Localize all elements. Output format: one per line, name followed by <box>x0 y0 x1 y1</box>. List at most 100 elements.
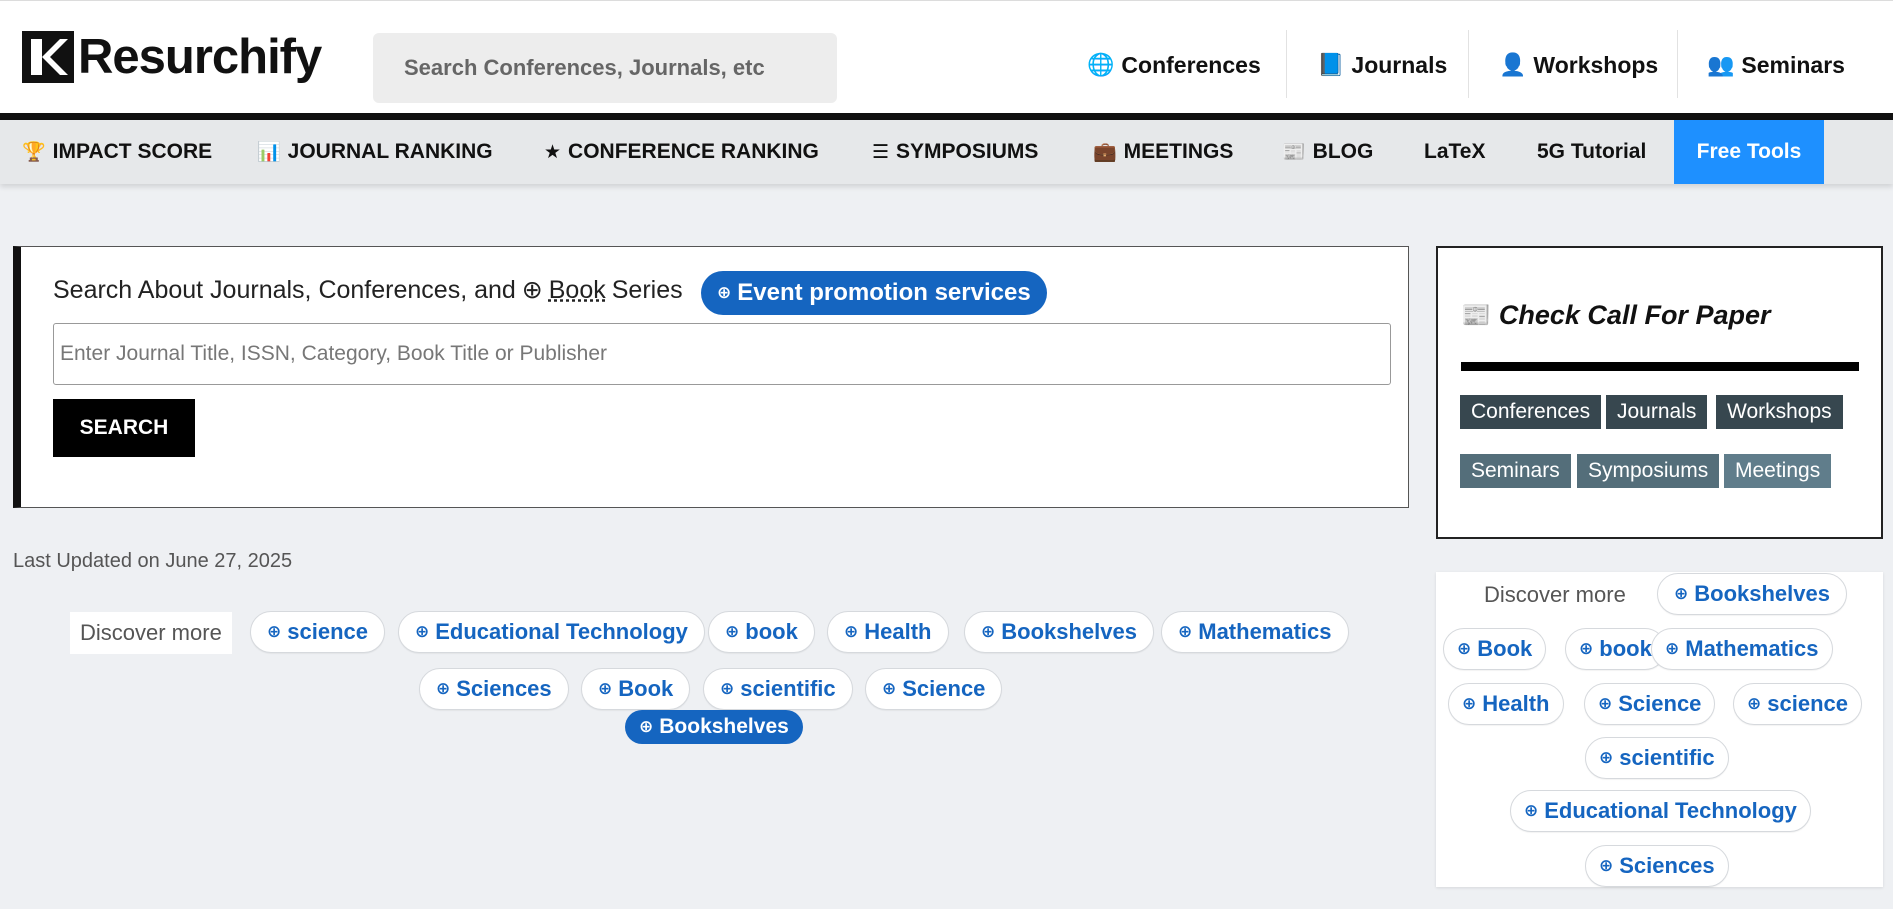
side-discover-chip[interactable]: ⊕ science <box>1733 683 1862 725</box>
nav-journals-label: Journals <box>1351 51 1448 78</box>
side-discover-chip-label: Science <box>1618 691 1702 716</box>
discover-chip[interactable]: ⊕ Sciences <box>419 668 569 710</box>
nav-conferences[interactable]: 🌐 Conferences <box>1087 30 1261 100</box>
side-discover-chip-label: Book <box>1477 636 1533 661</box>
subnav-blog-label: BLOG <box>1312 140 1374 163</box>
discover-more-label: Discover more <box>70 612 232 654</box>
plus-circle-icon: ⊕ <box>1674 584 1689 603</box>
side-discover-chip[interactable]: ⊕ Educational Technology <box>1510 790 1811 832</box>
cfp-tag-workshops[interactable]: Workshops <box>1716 395 1843 429</box>
subnav-conference-ranking-label: CONFERENCE RANKING <box>568 140 819 163</box>
discover-chip-label: book <box>745 619 798 644</box>
logo-mark-icon <box>22 31 74 83</box>
side-discover-chip[interactable]: ⊕ Mathematics <box>1651 628 1833 670</box>
plus-circle-icon: ⊕ <box>981 622 996 641</box>
cfp-tag-symposiums[interactable]: Symposiums <box>1577 454 1720 488</box>
book-icon: 📘 <box>1317 52 1345 77</box>
discover-chip[interactable]: ⊕ Bookshelves <box>964 611 1154 653</box>
search-title-prefix: Search About Journals, Conferences, and <box>53 275 516 304</box>
last-updated-text: Last Updated on June 27, 2025 <box>13 550 293 572</box>
cfp-tag-conferences[interactable]: Conferences <box>1460 395 1602 429</box>
discover-chip[interactable]: ⊕ Book <box>581 668 691 710</box>
event-promotion-button[interactable]: ⊕ Event promotion services <box>701 271 1047 315</box>
side-discover-chip[interactable]: ⊕ Bookshelves <box>1657 573 1847 615</box>
side-discover-chip[interactable]: ⊕ scientific <box>1585 737 1729 779</box>
plus-circle-icon: ⊕ <box>639 717 654 736</box>
side-discover-chip-label: Health <box>1482 691 1550 716</box>
discover-chip-label: Health <box>864 619 932 644</box>
newspaper-icon: 📰 <box>1461 302 1491 329</box>
subnav-5g-tutorial[interactable]: 5G Tutorial <box>1537 120 1646 184</box>
plus-circle-icon: ⊕ <box>598 679 613 698</box>
discover-chip-label: Mathematics <box>1198 619 1332 644</box>
discover-chip-label: Science <box>902 676 986 701</box>
plus-circle-icon: ⊕ <box>717 283 732 302</box>
secondary-nav: 🏆 IMPACT SCORE 📊 JOURNAL RANKING ★ CONFE… <box>0 120 1893 184</box>
cfp-tag-seminars[interactable]: Seminars <box>1460 454 1571 488</box>
side-discover-chip-label: Mathematics <box>1685 636 1819 661</box>
discover-chip[interactable]: ⊕ Educational Technology <box>398 611 705 653</box>
subnav-blog[interactable]: 📰 BLOG <box>1282 120 1373 184</box>
cfp-tag-journals[interactable]: Journals <box>1606 395 1708 429</box>
nav-conferences-label: Conferences <box>1121 51 1261 78</box>
nav-seminars[interactable]: 👥 Seminars <box>1707 30 1845 100</box>
plus-circle-icon: ⊕ <box>521 276 543 304</box>
user-icon: 👤 <box>1499 52 1527 77</box>
side-discover-chip-label: book <box>1599 636 1652 661</box>
nav-divider <box>1677 30 1678 98</box>
list-icon: ☰ <box>872 141 890 163</box>
cfp-title: 📰 Check Call For Paper <box>1461 300 1771 331</box>
subnav-meetings[interactable]: 💼 MEETINGS <box>1093 120 1233 184</box>
side-discover-chip-label: Bookshelves <box>1694 581 1830 606</box>
discover-chip-label: Educational Technology <box>435 619 688 644</box>
plus-circle-icon: ⊕ <box>1599 856 1614 875</box>
subnav-journal-ranking[interactable]: 📊 JOURNAL RANKING <box>257 120 493 184</box>
side-discover-chip-label: science <box>1767 691 1848 716</box>
discover-chip[interactable]: ⊕ Health <box>827 611 949 653</box>
subnav-free-tools-label: Free Tools <box>1696 140 1802 163</box>
briefcase-icon: 💼 <box>1093 142 1117 163</box>
plus-circle-icon: ⊕ <box>844 622 859 641</box>
plus-circle-icon: ⊕ <box>882 679 897 698</box>
side-discover-chip[interactable]: ⊕ Book <box>1443 628 1547 670</box>
call-for-paper-card: 📰 Check Call For Paper Conferences Journ… <box>1436 246 1883 539</box>
nav-workshops-label: Workshops <box>1533 51 1659 78</box>
subnav-impact-score[interactable]: 🏆 IMPACT SCORE <box>22 120 212 184</box>
discover-chip-active[interactable]: ⊕ Bookshelves <box>625 710 803 744</box>
bar-chart-icon: 📊 <box>257 142 281 163</box>
cfp-tag-meetings[interactable]: Meetings <box>1724 454 1832 488</box>
trophy-icon: 🏆 <box>22 142 46 163</box>
logo[interactable]: Resurchify <box>22 30 322 84</box>
discover-chip-active-label: Bookshelves <box>659 715 789 738</box>
search-title-book[interactable]: Book <box>549 276 606 305</box>
plus-circle-icon: ⊕ <box>720 679 735 698</box>
journal-search-input[interactable] <box>53 323 1391 385</box>
subnav-latex[interactable]: LaTeX <box>1424 120 1485 184</box>
discover-chip[interactable]: ⊕ Science <box>865 668 1003 710</box>
discover-chip[interactable]: ⊕ science <box>250 611 385 653</box>
nav-workshops[interactable]: 👤 Workshops <box>1499 30 1658 100</box>
subnav-free-tools[interactable]: Free Tools <box>1674 120 1824 184</box>
nav-journals[interactable]: 📘 Journals <box>1317 30 1447 100</box>
plus-circle-icon: ⊕ <box>725 622 740 641</box>
side-discover-chip[interactable]: ⊕ Science <box>1584 683 1716 725</box>
plus-circle-icon: ⊕ <box>415 622 430 641</box>
plus-circle-icon: ⊕ <box>1579 639 1594 658</box>
search-button[interactable]: SEARCH <box>53 399 195 457</box>
side-discover-chip[interactable]: ⊕ Sciences <box>1585 845 1729 887</box>
search-title-suffix: Series <box>611 275 683 304</box>
discover-chip[interactable]: ⊕ book <box>708 611 815 653</box>
logo-text: Resurchify <box>78 30 322 84</box>
plus-circle-icon: ⊕ <box>1665 639 1680 658</box>
event-promotion-label: Event promotion services <box>737 279 1031 306</box>
subnav-conference-ranking[interactable]: ★ CONFERENCE RANKING <box>544 120 819 184</box>
side-discover-chip-label: Educational Technology <box>1544 798 1797 823</box>
subnav-symposiums[interactable]: ☰ SYMPOSIUMS <box>872 120 1038 184</box>
side-discover-chip[interactable]: ⊕ Health <box>1448 683 1564 725</box>
discover-chip-label: Sciences <box>456 676 552 701</box>
header-search-input[interactable]: Search Conferences, Journals, etc <box>373 33 837 103</box>
discover-chip[interactable]: ⊕ scientific <box>703 668 853 710</box>
cfp-divider <box>1461 362 1859 371</box>
discover-chip[interactable]: ⊕ Mathematics <box>1161 611 1349 653</box>
users-icon: 👥 <box>1707 52 1735 77</box>
